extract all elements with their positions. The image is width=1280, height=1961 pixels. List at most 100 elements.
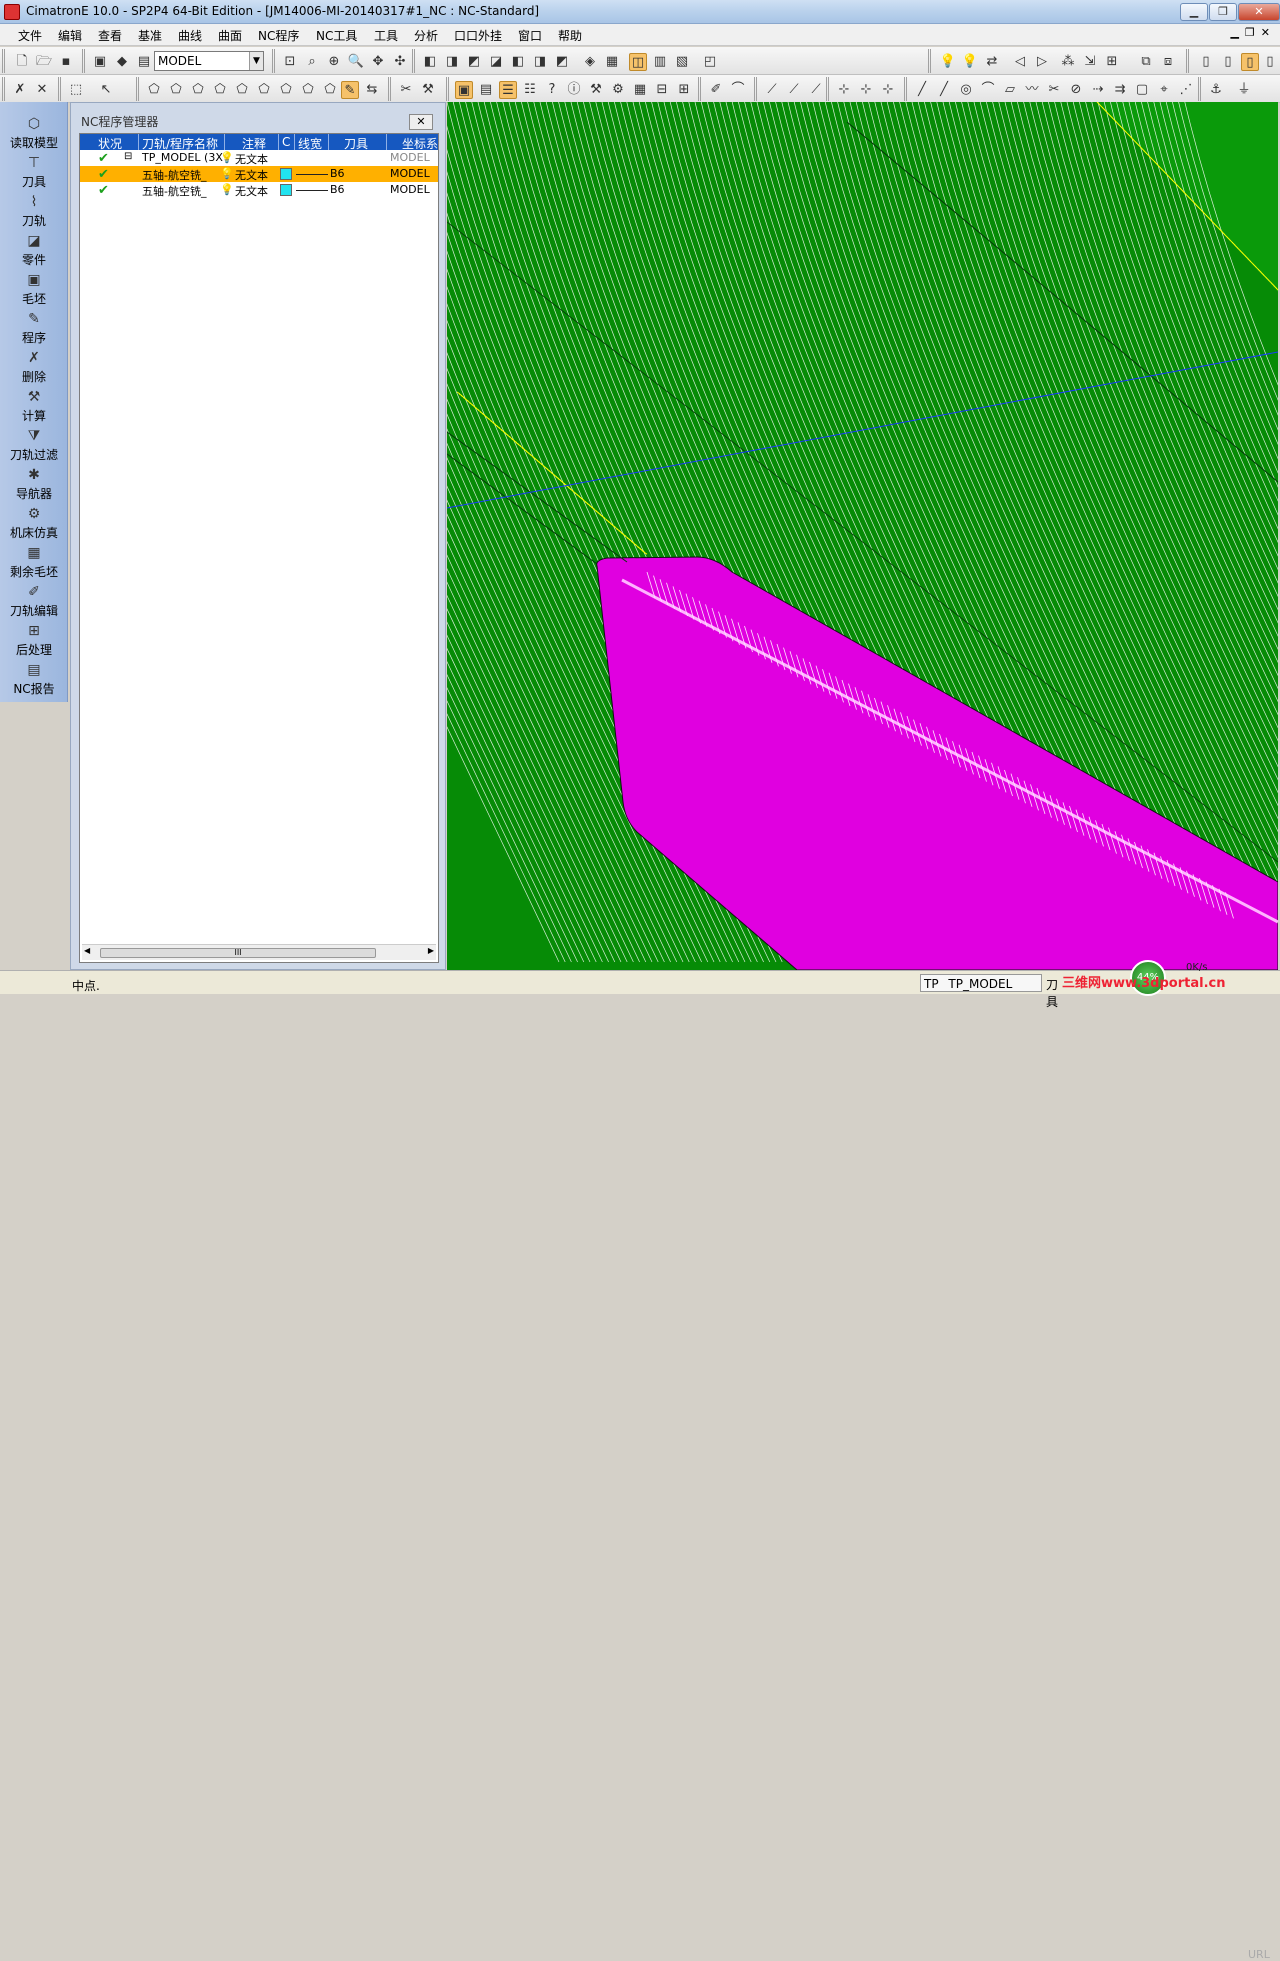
show-icon[interactable]: 💡 bbox=[939, 53, 957, 71]
bottom-view-icon[interactable]: ◩ bbox=[553, 53, 571, 71]
scroll-right-icon[interactable]: ▶ bbox=[428, 946, 434, 955]
rotate-icon[interactable]: ✣ bbox=[391, 53, 409, 71]
tree-2-icon[interactable]: ⊞ bbox=[675, 81, 693, 99]
lb-part[interactable]: ◪ 零件 bbox=[0, 233, 68, 271]
wireframe-icon[interactable]: ▥ bbox=[651, 53, 669, 71]
shade-icon[interactable]: ▦ bbox=[603, 53, 621, 71]
delete-select-icon[interactable]: ✗ bbox=[11, 81, 29, 99]
menu-nc-program[interactable]: NC程序 bbox=[256, 27, 301, 44]
face-2-icon[interactable]: ⬠ bbox=[167, 81, 185, 99]
chevron-down-icon[interactable]: ▼ bbox=[249, 52, 263, 70]
sketch-icon[interactable]: ✐ bbox=[707, 81, 725, 99]
collapse-icon[interactable]: ⊟ bbox=[124, 151, 132, 162]
menu-help[interactable]: 帮助 bbox=[556, 27, 584, 44]
rect-icon[interactable]: ▱ bbox=[1001, 81, 1019, 99]
close-button[interactable]: ✕ bbox=[1238, 3, 1280, 21]
zoom-icon[interactable]: 🔍 bbox=[347, 53, 365, 71]
face-4-icon[interactable]: ⬠ bbox=[211, 81, 229, 99]
bulb-on-icon[interactable]: 💡 bbox=[220, 151, 234, 164]
nc-active-icon[interactable]: ▣ bbox=[455, 81, 473, 99]
split-icon[interactable]: ⊘ bbox=[1067, 81, 1085, 99]
front-view-icon[interactable]: ◨ bbox=[443, 53, 461, 71]
status-toolpath[interactable]: TP TP_MODEL bbox=[920, 974, 1042, 992]
model-select[interactable]: MODEL ▼ bbox=[154, 51, 264, 71]
zoom-dynamic-icon[interactable]: ⊕ bbox=[325, 53, 343, 71]
nc-list-icon[interactable]: ☰ bbox=[499, 81, 517, 99]
nc-panel-close-button[interactable]: ✕ bbox=[409, 114, 433, 130]
shaded-mode-icon[interactable]: ◫ bbox=[629, 53, 647, 71]
right-view-icon[interactable]: ◧ bbox=[509, 53, 527, 71]
left-view-icon[interactable]: ◪ bbox=[487, 53, 505, 71]
panel-icon[interactable]: ▯ bbox=[1197, 53, 1215, 71]
lb-navigator[interactable]: ✱ 导航器 bbox=[0, 467, 68, 505]
lb-load-model[interactable]: ⬡ 读取模型 bbox=[0, 116, 68, 154]
model-icon[interactable]: ▣ bbox=[91, 53, 109, 71]
hide-icon[interactable]: 💡 bbox=[961, 53, 979, 71]
xyz-icon[interactable]: ⌖ bbox=[1155, 81, 1173, 99]
lb-nc-report[interactable]: ▤ NC报告 bbox=[0, 662, 68, 700]
select-icon[interactable]: ⬚ bbox=[67, 81, 85, 99]
face-select-icon[interactable]: ⬠ bbox=[145, 81, 163, 99]
grid-icon[interactable]: ⋰ bbox=[1177, 81, 1195, 99]
panel-3-icon[interactable]: ▯ bbox=[1241, 53, 1259, 71]
horizontal-scrollbar[interactable]: ◀ III ▶ bbox=[82, 944, 436, 960]
display-mode-icon[interactable]: ▧ bbox=[673, 53, 691, 71]
menu-view[interactable]: 查看 bbox=[96, 27, 124, 44]
lb-toolpath-edit[interactable]: ✐ 刀轨编辑 bbox=[0, 584, 68, 622]
face-9-icon[interactable]: ⬠ bbox=[321, 81, 339, 99]
save-icon[interactable]: ▪ bbox=[57, 53, 75, 71]
menu-analysis[interactable]: 分析 bbox=[412, 27, 440, 44]
paste-icon[interactable]: ⧈ bbox=[1159, 53, 1177, 71]
bulb-on-icon[interactable]: 💡 bbox=[220, 167, 234, 180]
axis-3-icon[interactable]: ⊹ bbox=[879, 81, 897, 99]
face-active-icon[interactable]: ✎ bbox=[341, 81, 359, 99]
lb-delete[interactable]: ✗ 删除 bbox=[0, 350, 68, 388]
cancel-icon[interactable]: ✕ bbox=[33, 81, 51, 99]
layer-toggle-icon[interactable]: ⏚ bbox=[1235, 81, 1253, 99]
top-view-icon[interactable]: ◨ bbox=[531, 53, 549, 71]
line-icon[interactable]: ╱ bbox=[913, 81, 931, 99]
open-folder-icon[interactable]: 🗁 bbox=[35, 53, 53, 71]
zoom-all-icon[interactable]: ⊡ bbox=[281, 53, 299, 71]
lb-execute[interactable]: ⚒ 计算 bbox=[0, 389, 68, 427]
menu-window[interactable]: 窗口 bbox=[516, 27, 544, 44]
nc-row[interactable]: ✔ ⊟ TP_MODEL (3X 💡 无文本 MODEL bbox=[80, 150, 438, 166]
lb-stock[interactable]: ▣ 毛坯 bbox=[0, 272, 68, 310]
axis-icon[interactable]: ⊹ bbox=[835, 81, 853, 99]
color-swatch[interactable] bbox=[280, 184, 292, 196]
menu-edit[interactable]: 编辑 bbox=[56, 27, 84, 44]
menu-nc-tools[interactable]: NC工具 bbox=[314, 27, 359, 44]
wire-2-icon[interactable]: ⟋ bbox=[785, 81, 803, 99]
zoom-window-icon[interactable]: ⌕ bbox=[303, 53, 321, 71]
menu-datum[interactable]: 基准 bbox=[136, 27, 164, 44]
panel-2-icon[interactable]: ▯ bbox=[1219, 53, 1237, 71]
axis-2-icon[interactable]: ⊹ bbox=[857, 81, 875, 99]
menu-tools[interactable]: 工具 bbox=[372, 27, 400, 44]
info-icon[interactable]: ⓘ bbox=[565, 81, 583, 99]
help-icon[interactable]: ? bbox=[543, 81, 561, 99]
menu-file[interactable]: 文件 bbox=[16, 27, 44, 44]
bulb-off-icon[interactable]: 💡 bbox=[220, 183, 234, 196]
measure-icon[interactable]: ⇲ bbox=[1081, 53, 1099, 71]
lb-tool[interactable]: ⊤ 刀具 bbox=[0, 155, 68, 193]
face-swap-icon[interactable]: ⇆ bbox=[363, 81, 381, 99]
section-icon[interactable]: ◰ bbox=[701, 53, 719, 71]
scroll-left-icon[interactable]: ◀ bbox=[84, 946, 90, 955]
trim-icon[interactable]: ✂ bbox=[1045, 81, 1063, 99]
restore-button[interactable]: ❐ bbox=[1209, 3, 1237, 21]
project-icon[interactable]: ▢ bbox=[1133, 81, 1151, 99]
panel-4-icon[interactable]: ▯ bbox=[1261, 53, 1279, 71]
color-swatch[interactable] bbox=[280, 168, 292, 180]
curve-icon[interactable]: ⌒ bbox=[729, 81, 747, 99]
box-icon[interactable]: ▦ bbox=[631, 81, 649, 99]
lb-machine-sim[interactable]: ⚙ 机床仿真 bbox=[0, 506, 68, 544]
lb-toolpath[interactable]: ⌇ 刀轨 bbox=[0, 194, 68, 232]
lb-remaining-stock[interactable]: ▦ 剩余毛坯 bbox=[0, 545, 68, 583]
pointer-icon[interactable]: ↖ bbox=[97, 81, 115, 99]
swap-icon[interactable]: ⇄ bbox=[983, 53, 1001, 71]
line-2-icon[interactable]: ╱ bbox=[935, 81, 953, 99]
face-3-icon[interactable]: ⬠ bbox=[189, 81, 207, 99]
nc-row[interactable]: ✔ 五轴-航空铣_ 💡 无文本 B6 MODEL bbox=[80, 182, 438, 198]
brush-icon[interactable]: ⚒ bbox=[419, 81, 437, 99]
layer-icon[interactable]: ◆ bbox=[113, 53, 131, 71]
